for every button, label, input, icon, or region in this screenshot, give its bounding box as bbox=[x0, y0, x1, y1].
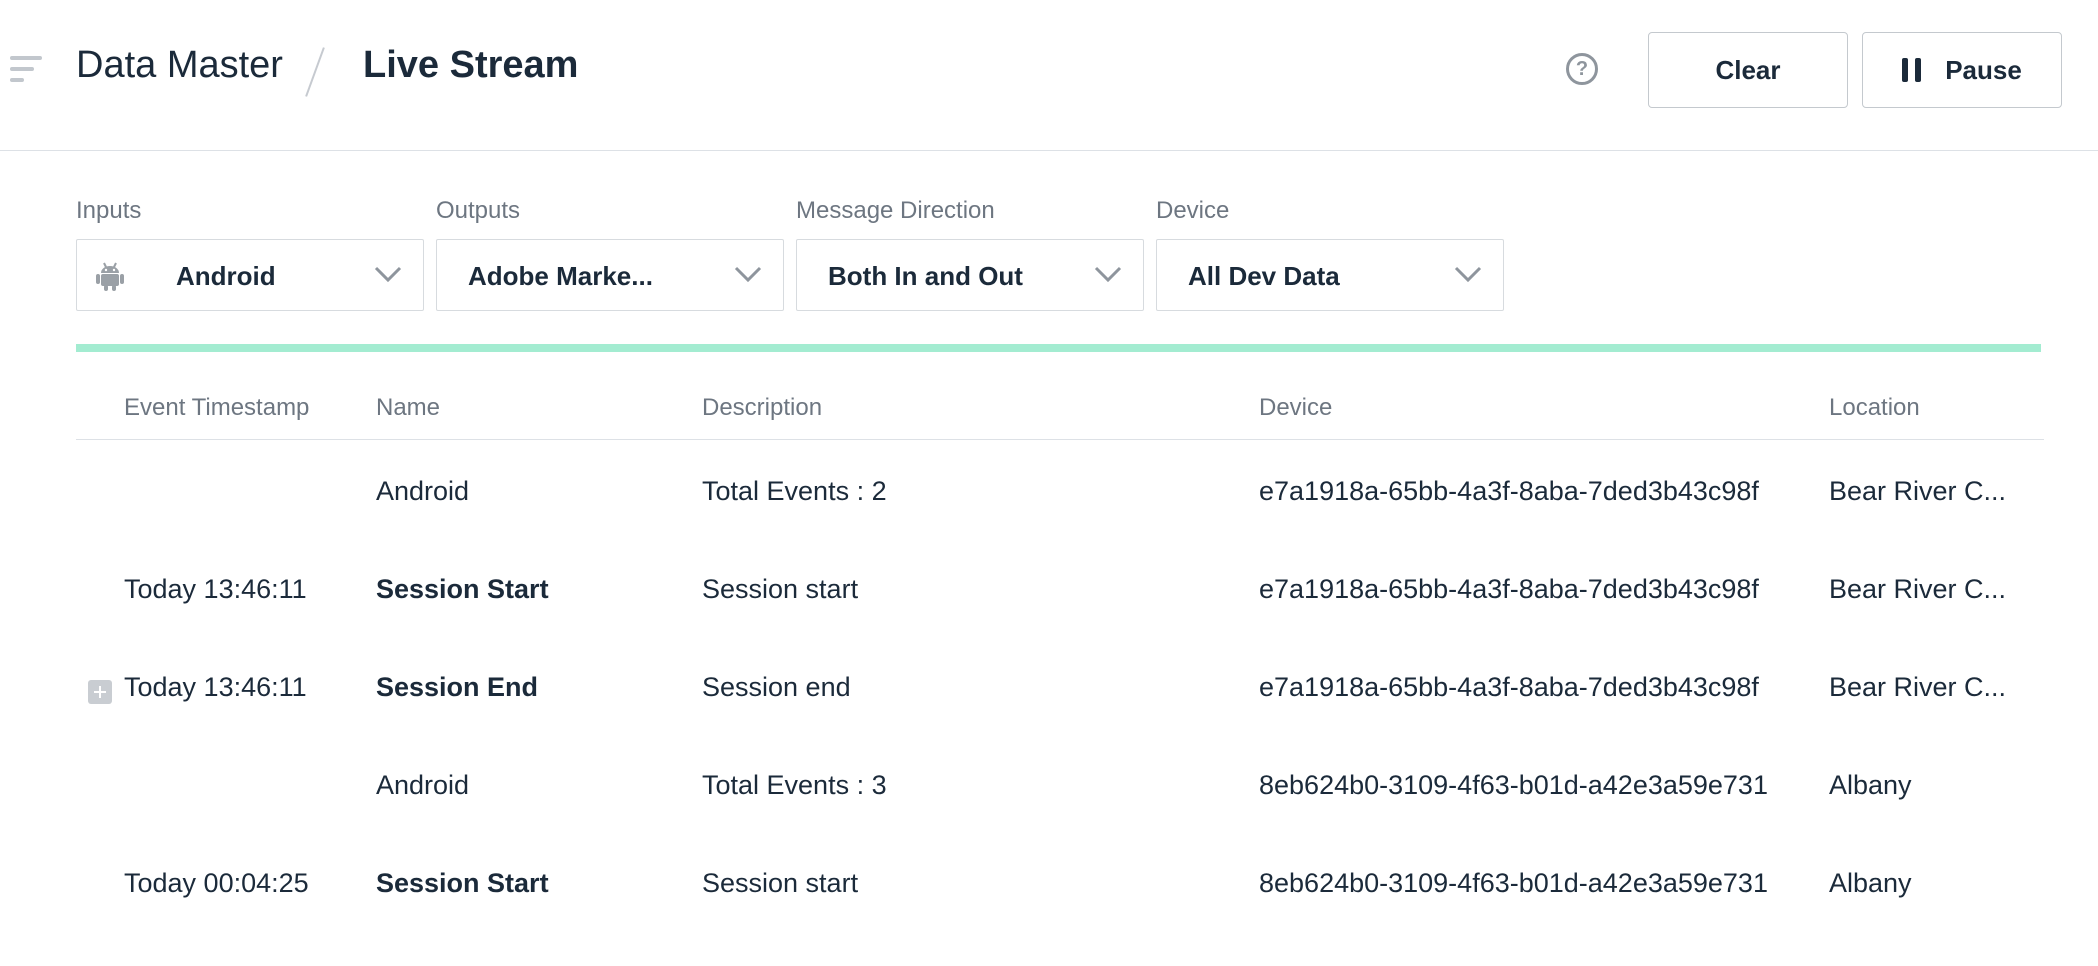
location-cell: Albany bbox=[1829, 770, 1912, 800]
column-header-name[interactable]: Name bbox=[376, 394, 440, 422]
event-name-cell: Session Start bbox=[376, 868, 549, 898]
event-timestamp-cell: Today 00:04:25 bbox=[124, 868, 309, 898]
pause-button[interactable]: Pause bbox=[1862, 32, 2062, 108]
device-select[interactable]: All Dev Data bbox=[1156, 239, 1504, 311]
device-label: Device bbox=[1156, 197, 1230, 224]
outputs-label: Outputs bbox=[436, 197, 521, 224]
event-description-cell: Session start bbox=[702, 868, 859, 898]
event-description-cell: Session start bbox=[702, 574, 859, 604]
device-id-cell: 8eb624b0-3109-4f63-b01d-a42e3a59e731 bbox=[1259, 868, 1768, 898]
column-header-description[interactable]: Description bbox=[702, 394, 822, 422]
page-title: Live Stream bbox=[363, 44, 579, 86]
stream-progress-fill bbox=[76, 344, 2041, 352]
table-row[interactable]: Android Total Events : 2 e7a1918a-65bb-4a3… bbox=[0, 476, 2098, 574]
help-icon[interactable]: ? bbox=[1566, 53, 1598, 85]
location-cell: Bear River C... bbox=[1829, 672, 2007, 702]
chevron-down-icon bbox=[374, 266, 402, 283]
device-id-cell: e7a1918a-65bb-4a3f-8aba-7ded3b43c98f bbox=[1259, 574, 1759, 604]
inputs-label: Inputs bbox=[76, 197, 142, 224]
device-id-cell: e7a1918a-65bb-4a3f-8aba-7ded3b43c98f bbox=[1259, 476, 1759, 506]
breadcrumb-separator bbox=[305, 47, 325, 97]
location-cell: Bear River C... bbox=[1829, 574, 2007, 604]
event-description-cell: Total Events : 3 bbox=[702, 770, 887, 800]
top-bar: Data Master Live Stream ? Clear Pause bbox=[0, 0, 2098, 151]
outputs-select[interactable]: Adobe Marke... bbox=[436, 239, 784, 311]
table-row[interactable]: Today 13:46:11 Session End Session end e7a1… bbox=[0, 672, 2098, 770]
pause-button-label: Pause bbox=[1945, 54, 2022, 85]
menu-icon[interactable] bbox=[10, 56, 42, 82]
chevron-down-icon bbox=[1094, 266, 1122, 283]
table-header-divider bbox=[76, 439, 2044, 440]
event-name-cell: Session Start bbox=[376, 574, 549, 604]
message-direction-label: Message Direction bbox=[796, 197, 995, 224]
column-header-location[interactable]: Location bbox=[1829, 394, 1920, 422]
clear-button[interactable]: Clear bbox=[1648, 32, 1848, 108]
event-description-cell: Total Events : 2 bbox=[702, 476, 887, 506]
event-description-cell: Session end bbox=[702, 672, 851, 702]
location-cell: Albany bbox=[1829, 868, 1912, 898]
breadcrumb-parent[interactable]: Data Master bbox=[76, 44, 283, 87]
expand-row-icon[interactable] bbox=[88, 680, 112, 704]
event-timestamp-cell: Today 13:46:11 bbox=[124, 574, 307, 604]
chevron-down-icon bbox=[1454, 266, 1482, 283]
message-direction-select[interactable]: Both In and Out bbox=[796, 239, 1144, 311]
chevron-down-icon bbox=[734, 266, 762, 283]
event-name-cell: Session End bbox=[376, 672, 539, 702]
inputs-select[interactable]: Android bbox=[76, 239, 424, 311]
android-icon bbox=[96, 262, 124, 291]
device-id-cell: e7a1918a-65bb-4a3f-8aba-7ded3b43c98f bbox=[1259, 672, 1759, 702]
location-cell: Bear River C... bbox=[1829, 476, 2007, 506]
stream-progress-bar bbox=[76, 344, 2041, 352]
table-row[interactable]: Today 00:04:25 Session Start Session start… bbox=[0, 868, 2098, 966]
table-row[interactable]: Android Total Events : 3 8eb624b0-3109-4f6… bbox=[0, 770, 2098, 868]
column-header-device[interactable]: Device bbox=[1259, 394, 1332, 422]
column-header-event-timestamp[interactable]: Event Timestamp bbox=[124, 394, 309, 422]
event-name-cell: Android bbox=[376, 770, 470, 800]
device-select-value: All Dev Data bbox=[1188, 261, 1340, 291]
event-name-cell: Android bbox=[376, 476, 470, 506]
clear-button-label: Clear bbox=[1715, 54, 1781, 85]
outputs-select-value: Adobe Marke... bbox=[468, 261, 653, 291]
table-row[interactable]: Today 13:46:11 Session Start Session start… bbox=[0, 574, 2098, 672]
pause-icon bbox=[1902, 58, 1922, 82]
event-timestamp-cell: Today 13:46:11 bbox=[124, 672, 307, 702]
message-direction-select-value: Both In and Out bbox=[828, 261, 1023, 291]
inputs-select-value: Android bbox=[176, 261, 276, 291]
device-id-cell: 8eb624b0-3109-4f63-b01d-a42e3a59e731 bbox=[1259, 770, 1768, 800]
